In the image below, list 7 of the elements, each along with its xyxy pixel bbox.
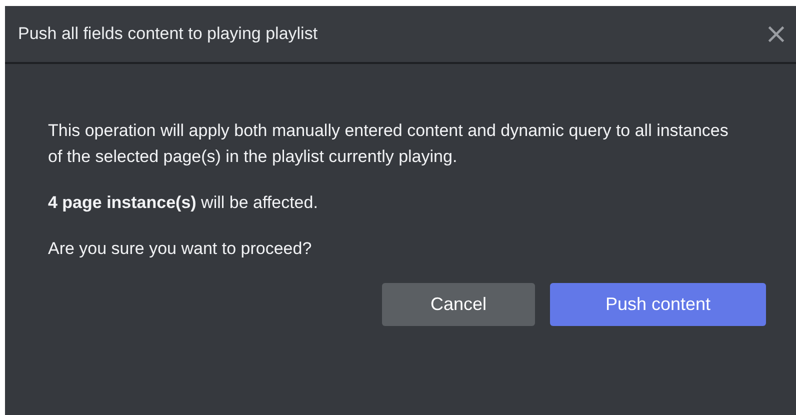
push-button[interactable]: Push content	[550, 283, 766, 326]
confirm-question: Are you sure you want to proceed?	[48, 238, 313, 260]
affected-text: 4 page instance(s) will be affected.	[48, 192, 319, 214]
dialog-title: Push all fields content to playing playlist	[18, 24, 318, 44]
cancel-button[interactable]: Cancel	[382, 283, 535, 326]
message-text: This operation will apply both manually entered content and dynamic query to all instances of the selected page(s) in the playlist currently playing.	[48, 120, 730, 168]
close-button[interactable]: ×	[756, 20, 796, 48]
